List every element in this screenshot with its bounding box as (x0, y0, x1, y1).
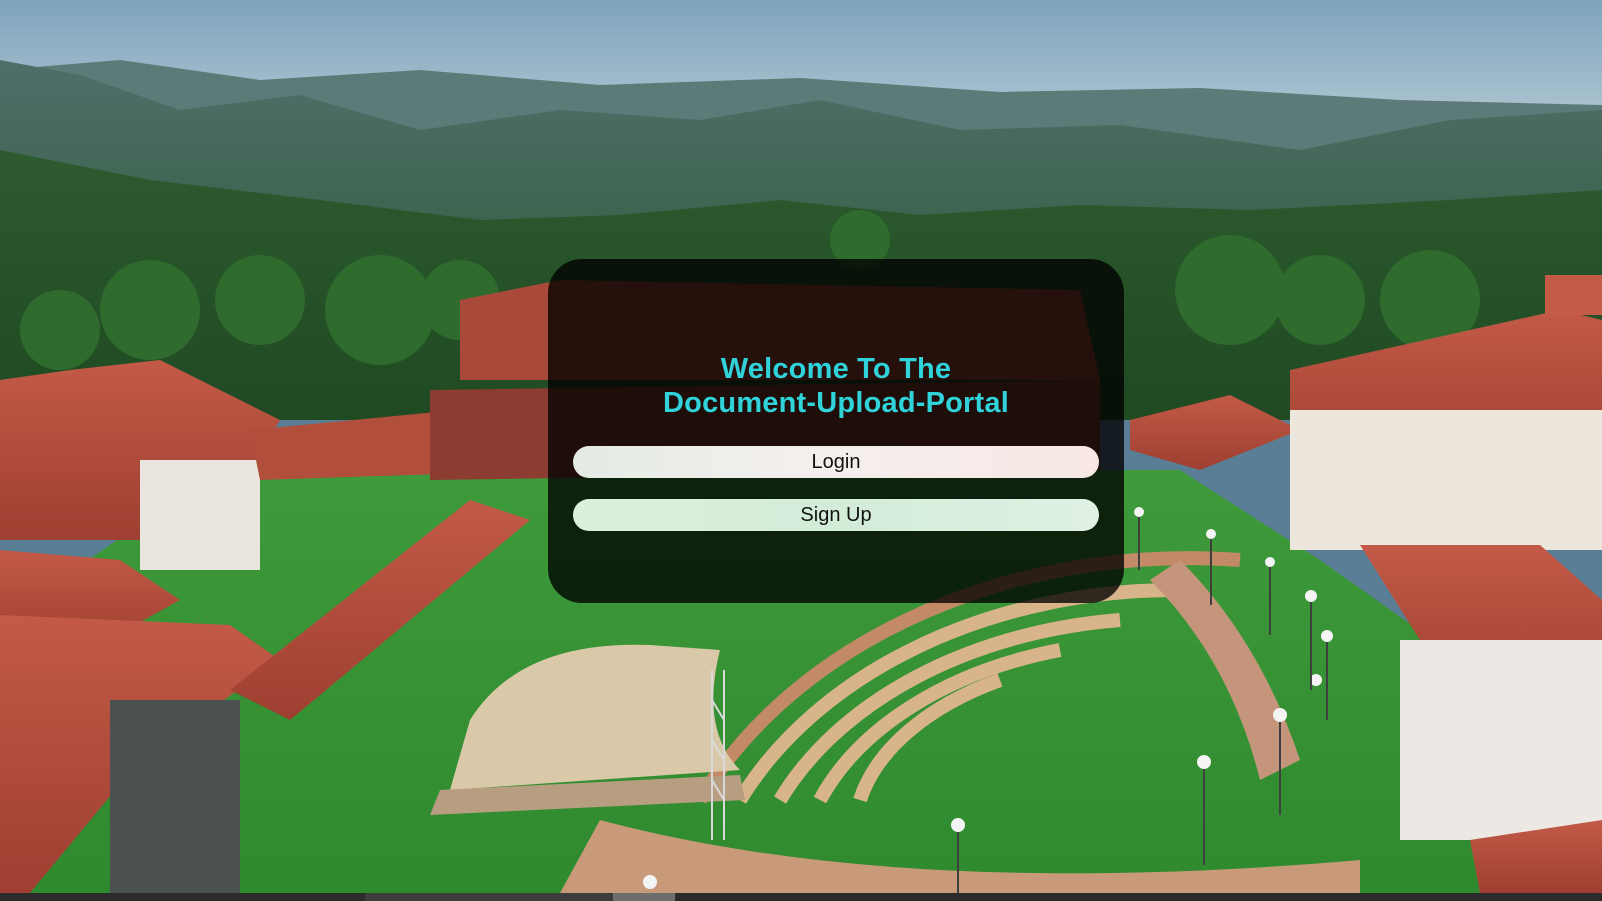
title-line-1: Welcome To The (720, 353, 952, 385)
title-line-2: Document-Upload-Portal (663, 387, 1009, 419)
page: Welcome To The Document-Upload-Portal Lo… (0, 0, 1602, 901)
page-title: Welcome To The Document-Upload-Portal (548, 352, 1124, 420)
scrollbar-thumb[interactable] (613, 893, 675, 901)
sign-up-button[interactable]: Sign Up (573, 499, 1099, 531)
welcome-login-card: Welcome To The Document-Upload-Portal Lo… (548, 259, 1124, 603)
scrollbar-track-segment (365, 893, 613, 901)
horizontal-scrollbar[interactable] (0, 893, 1602, 901)
login-button[interactable]: Login (573, 446, 1099, 478)
